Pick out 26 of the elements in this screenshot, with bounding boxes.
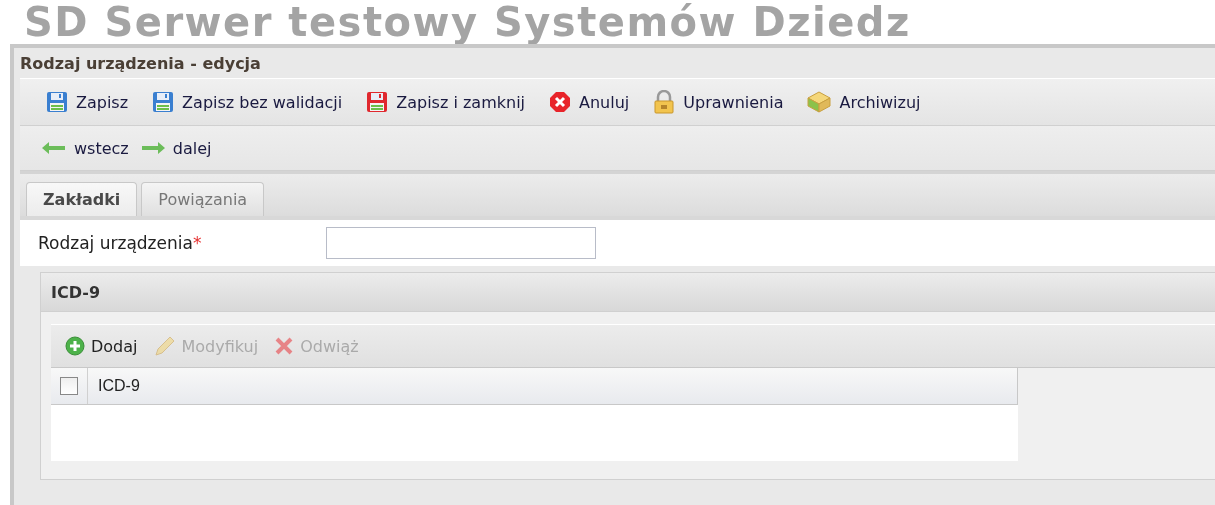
left-arrow-icon — [42, 142, 66, 154]
plus-icon — [65, 336, 85, 356]
toolbar-button[interactable]: Zapisz bez walidacji — [144, 87, 351, 117]
pencil-icon — [153, 335, 176, 357]
navigation-button[interactable]: wstecz — [42, 138, 129, 158]
tab[interactable]: Zakładki — [26, 182, 138, 216]
toolbar-button[interactable]: Archiwizuj — [799, 87, 929, 117]
tab[interactable]: Powiązania — [141, 182, 265, 216]
grid-action-button[interactable]: Dodaj — [65, 336, 138, 356]
cancel-icon — [549, 91, 572, 113]
checkbox[interactable] — [60, 377, 78, 395]
toolbar-button[interactable]: Uprawnienia — [645, 86, 792, 118]
padlock-icon — [653, 90, 676, 114]
navigation-button[interactable]: dalej — [140, 138, 212, 158]
box-icon — [807, 91, 832, 113]
toolbar-button[interactable]: Zapisz — [38, 87, 137, 117]
toolbar-button[interactable]: Zapisz i zamknij — [358, 87, 534, 117]
background-heading: SD Serwer testowy Systemów Dziedz — [23, 0, 912, 44]
column-header[interactable]: ICD-9 — [88, 368, 140, 404]
right-arrow-icon — [140, 142, 165, 154]
input-field[interactable] — [326, 227, 596, 259]
field-label: Rodzaj urządzenia* — [38, 233, 203, 253]
section-title: ICD-9 — [51, 282, 101, 302]
window-title: Rodzaj urządzenia - edycja — [20, 53, 261, 73]
toolbar-button[interactable]: Anuluj — [541, 87, 638, 117]
x-icon — [274, 336, 295, 356]
